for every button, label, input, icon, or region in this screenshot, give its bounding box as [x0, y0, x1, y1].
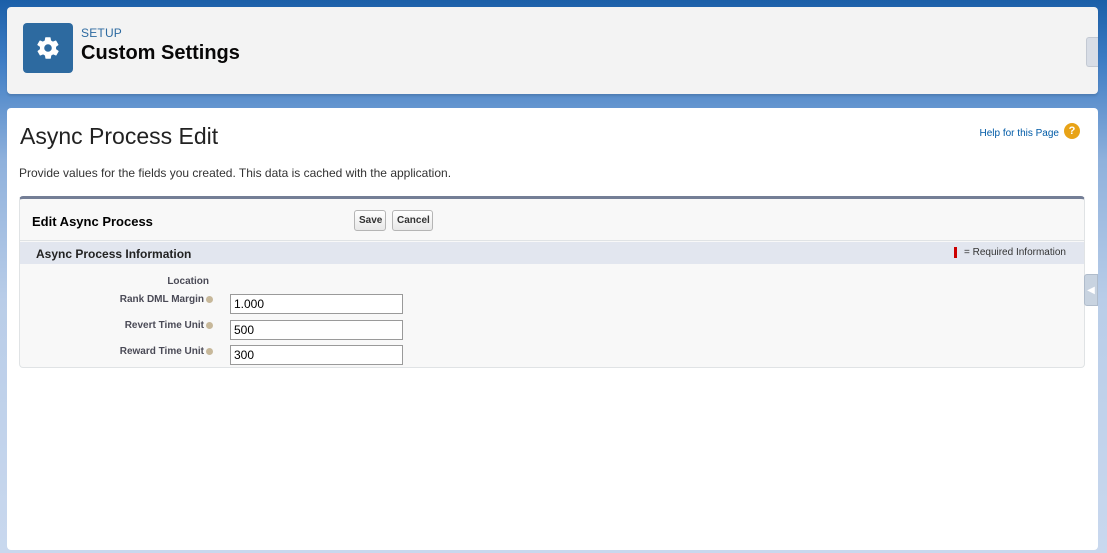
- required-marker-icon: [953, 247, 957, 258]
- side-panel-toggle[interactable]: [1086, 37, 1098, 67]
- info-icon[interactable]: [206, 321, 213, 329]
- save-button[interactable]: Save: [354, 210, 386, 231]
- required-legend-text: = Required Information: [963, 247, 1066, 258]
- help-icon[interactable]: ?: [1064, 123, 1080, 139]
- section-header: Async Process Information = Required Inf…: [20, 242, 1098, 306]
- rank-dml-margin-label: Rank DML Margin: [20, 294, 213, 305]
- revert-time-unit-label-text: Revert Time Unit: [124, 320, 204, 331]
- cancel-button[interactable]: Cancel: [392, 210, 433, 231]
- location-label-text: Location: [167, 276, 209, 287]
- block-title: Edit Async Process: [32, 214, 153, 229]
- info-icon[interactable]: [206, 347, 213, 355]
- gear-icon: [23, 23, 73, 73]
- section-title: Async Process Information: [36, 247, 192, 261]
- breadcrumb-setup: SETUP: [81, 26, 123, 40]
- reward-time-unit-input[interactable]: [230, 345, 403, 365]
- page-description: Provide values for the fields you create…: [19, 166, 452, 180]
- reward-time-unit-label-text: Reward Time Unit: [119, 346, 204, 357]
- page-header: SETUP Custom Settings: [7, 7, 1098, 94]
- edit-block: Edit Async Process Save Cancel Async Pro…: [19, 196, 1098, 368]
- revert-time-unit-label: Revert Time Unit: [20, 320, 213, 331]
- rank-dml-margin-input[interactable]: [230, 294, 403, 314]
- revert-time-unit-input[interactable]: [230, 320, 403, 340]
- chevron-left-icon: ◀: [1087, 284, 1095, 296]
- header-title: Custom Settings: [81, 42, 240, 64]
- info-icon[interactable]: [206, 295, 213, 303]
- help-link[interactable]: Help for this Page: [980, 128, 1060, 139]
- location-label: Location: [20, 276, 213, 287]
- reward-time-unit-label: Reward Time Unit: [20, 346, 213, 357]
- block-header: Edit Async Process Save Cancel: [20, 199, 1084, 241]
- rank-dml-margin-label-text: Rank DML Margin: [119, 294, 204, 305]
- main-content: Async Process Edit Help for this Page ? …: [7, 108, 1098, 550]
- required-legend: = Required Information: [953, 247, 1066, 258]
- page-title: Async Process Edit: [20, 123, 219, 149]
- collapse-panel-toggle[interactable]: ◀: [1084, 274, 1098, 306]
